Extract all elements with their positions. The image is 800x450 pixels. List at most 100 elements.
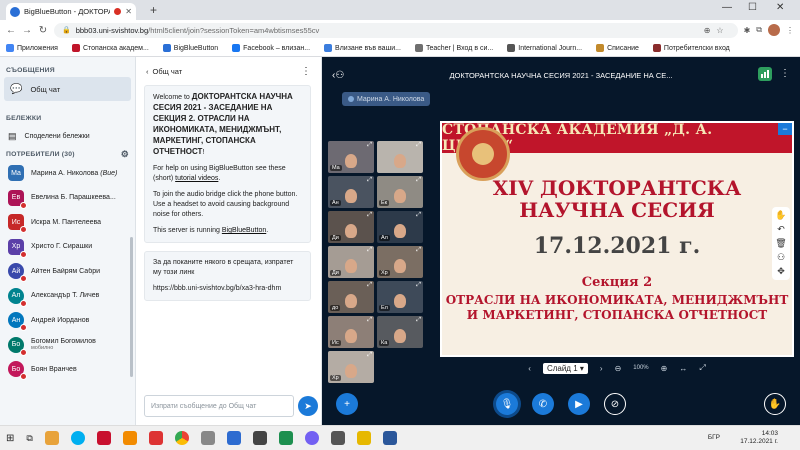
public-chat-item[interactable]: 💬 Общ чат [4,77,131,101]
webcam-tile[interactable]: ⤢ Хр [377,246,423,278]
expand-video-icon[interactable]: ⤢ [416,212,421,219]
expand-video-icon[interactable]: ⤢ [367,247,372,254]
expand-video-icon[interactable]: ⤢ [416,142,421,149]
undo-icon[interactable]: ↶ [777,224,785,235]
new-tab-icon[interactable]: + [150,3,157,17]
user-list-item[interactable]: Ма Марина А. Николова (Вие) [0,161,135,186]
expand-video-icon[interactable]: ⤢ [416,247,421,254]
mute-button[interactable]: 🎙 [496,393,518,415]
user-list-scrollbar[interactable] [130,237,133,377]
menu-dots-icon[interactable]: ⋮ [786,26,794,35]
user-list-item[interactable]: Ал Александър Т. Личев [0,284,135,309]
talking-indicator[interactable]: Марина А. Николова [342,92,431,106]
audio-button[interactable]: ✆ [532,393,554,415]
webcam-tile[interactable]: ⤢ Ел [377,281,423,313]
expand-video-icon[interactable]: ⤢ [367,282,372,289]
word-icon[interactable] [382,431,397,445]
trash-icon[interactable]: 🗑 [775,238,786,249]
webcam-tile[interactable]: ⤢ Хр [328,351,374,383]
webcam-button[interactable]: ▶ [568,393,590,415]
skype-icon[interactable] [70,431,85,445]
extensions-icon[interactable]: ✱ [744,26,751,35]
multi-user-icon[interactable]: ⚇ [777,252,785,263]
send-message-button[interactable]: ➤ [298,396,318,416]
user-list-item[interactable]: Хр Христо Г. Сирашки [0,235,135,260]
webcam-tile[interactable]: ⤢ Ма [328,141,374,173]
bookmark-item[interactable]: Потребителски вход [652,44,730,52]
slide-select[interactable]: Слайд 1 ▾ [542,362,588,374]
chrome-icon[interactable] [174,431,189,445]
reload-icon[interactable]: ↻ [38,25,48,36]
zoom-in-icon[interactable]: ⊕ [661,364,668,373]
puzzle-icon[interactable]: ⧉ [756,25,762,35]
expand-video-icon[interactable]: ⤢ [416,177,421,184]
webcam-tile[interactable]: ⤢ Ек [377,176,423,208]
webcam-tile[interactable]: ⤢ Ди [328,211,374,243]
tutorial-link[interactable]: tutorial videos [175,175,218,182]
user-list-item[interactable]: Ан Андрей Йорданов [0,308,135,333]
user-list-item[interactable]: Бо Богомил Богомилов мобилно [0,333,135,358]
omnibox-actions-icons[interactable]: ⊕☆ [704,26,730,35]
app3-icon[interactable] [252,431,267,445]
user-list-item[interactable]: Ай Айтен Байрям Сабри [0,259,135,284]
close-window-icon[interactable]: ✕ [776,2,784,13]
start-windows-icon[interactable]: ⊞ [6,433,14,444]
minimize-window-icon[interactable]: — [722,2,732,13]
user-list-item[interactable]: Бо Боян Вранчев [0,357,135,382]
webcam-tile[interactable]: ⤢ Ис [328,316,374,348]
bookmark-item[interactable]: Стопанска академ... [71,44,149,52]
webcam-tile[interactable]: ⤢ Ка [377,316,423,348]
invite-link[interactable]: https://bbb.uni-svishtov.bg/b/xa3-hra-dh… [153,284,302,294]
pan-icon[interactable]: ✥ [777,266,785,277]
expand-video-icon[interactable]: ⤢ [367,352,372,359]
fullscreen-icon[interactable]: ⤢ [699,363,705,373]
expand-video-icon[interactable]: ⤢ [416,317,421,324]
connection-status-icon[interactable] [758,67,772,81]
uk-flag-icon[interactable] [96,431,111,445]
minimize-presentation-button[interactable]: − [778,123,792,135]
options-menu-icon[interactable]: ⋮ [780,68,790,79]
expand-video-icon[interactable]: ⤢ [367,212,372,219]
app6-icon[interactable] [356,431,371,445]
expand-video-icon[interactable]: ⤢ [367,317,372,324]
browser-tab[interactable]: BigBlueButton - ДОКТОРАН ✕ [6,3,136,20]
bookmark-item[interactable]: Влизане във ваши... [324,44,401,52]
profile-avatar[interactable] [768,24,780,36]
shared-notes-item[interactable]: ▤ Споделени бележки [0,125,135,147]
raise-hand-button[interactable]: ✋ [764,393,786,415]
expand-video-icon[interactable]: ⤢ [367,142,372,149]
user-list-item[interactable]: Ев Евелина Б. Парашкеева... [0,186,135,211]
user-list-item[interactable]: Ис Искра М. Пантелеева [0,210,135,235]
file-explorer-icon[interactable] [44,431,59,445]
bookmark-item[interactable]: International Journ... [507,44,582,52]
prev-slide-icon[interactable]: ‹ [528,364,531,373]
fit-width-icon[interactable]: ↔ [679,364,687,373]
webcam-tile[interactable]: ⤢ [377,141,423,173]
next-slide-icon[interactable]: › [600,364,603,373]
webcam-tile[interactable]: ⤢ до [328,281,374,313]
webcam-tile[interactable]: ⤢ Ал [377,211,423,243]
maximize-window-icon[interactable]: ☐ [748,2,757,13]
webcam-tile[interactable]: ⤢ Ан [328,176,374,208]
chat-message-input[interactable]: Изпрати съобщение до Общ чат [144,395,294,417]
hand-tool-icon[interactable]: ✋ [775,210,786,221]
forward-arrow-icon[interactable]: → [22,25,32,36]
bbb-link[interactable]: BigBlueButton [222,227,266,234]
vlc-icon[interactable] [122,431,137,445]
app5-icon[interactable] [330,431,345,445]
chat-options-icon[interactable]: ⋮ [301,66,311,77]
actions-plus-button[interactable]: + [336,393,358,415]
bookmark-item[interactable]: Приложения [6,44,58,52]
bookmark-item[interactable]: Facebook – влизан... [232,44,310,52]
webcam-tile[interactable]: ⤢ Ди [328,246,374,278]
expand-video-icon[interactable]: ⤢ [367,177,372,184]
bookmark-item[interactable]: Списание [596,44,639,52]
zoom-out-icon[interactable]: ⊖ [615,364,622,373]
app-icon[interactable] [200,431,215,445]
expand-video-icon[interactable]: ⤢ [416,282,421,289]
chevron-left-icon[interactable]: ‹ [146,67,149,76]
task-view-icon[interactable]: ⧉ [26,433,32,444]
chat-back-label[interactable]: Общ чат [153,67,183,76]
app2-icon[interactable] [226,431,241,445]
app4-icon[interactable] [278,431,293,445]
